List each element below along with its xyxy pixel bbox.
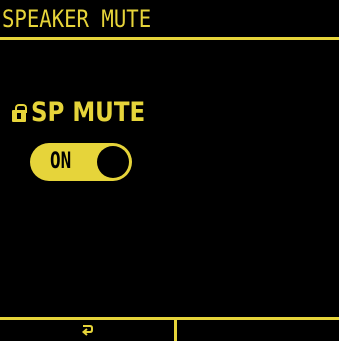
setting-label: SP MUTE bbox=[31, 97, 146, 128]
soft-key-bar bbox=[0, 317, 339, 341]
soft-key-right[interactable] bbox=[177, 320, 339, 341]
sp-mute-toggle[interactable]: ON bbox=[30, 143, 132, 181]
lock-icon bbox=[12, 104, 28, 122]
toggle-state-label: ON bbox=[50, 149, 72, 174]
toggle-knob bbox=[97, 146, 129, 178]
setting-row-sp-mute: SP MUTE bbox=[12, 96, 165, 130]
return-button[interactable] bbox=[0, 320, 174, 341]
title-bar: SPEAKER MUTE bbox=[0, 0, 339, 40]
page-title: SPEAKER MUTE bbox=[2, 5, 152, 33]
device-screen: SPEAKER MUTE SP MUTE ON bbox=[0, 0, 339, 341]
return-icon bbox=[80, 324, 94, 338]
